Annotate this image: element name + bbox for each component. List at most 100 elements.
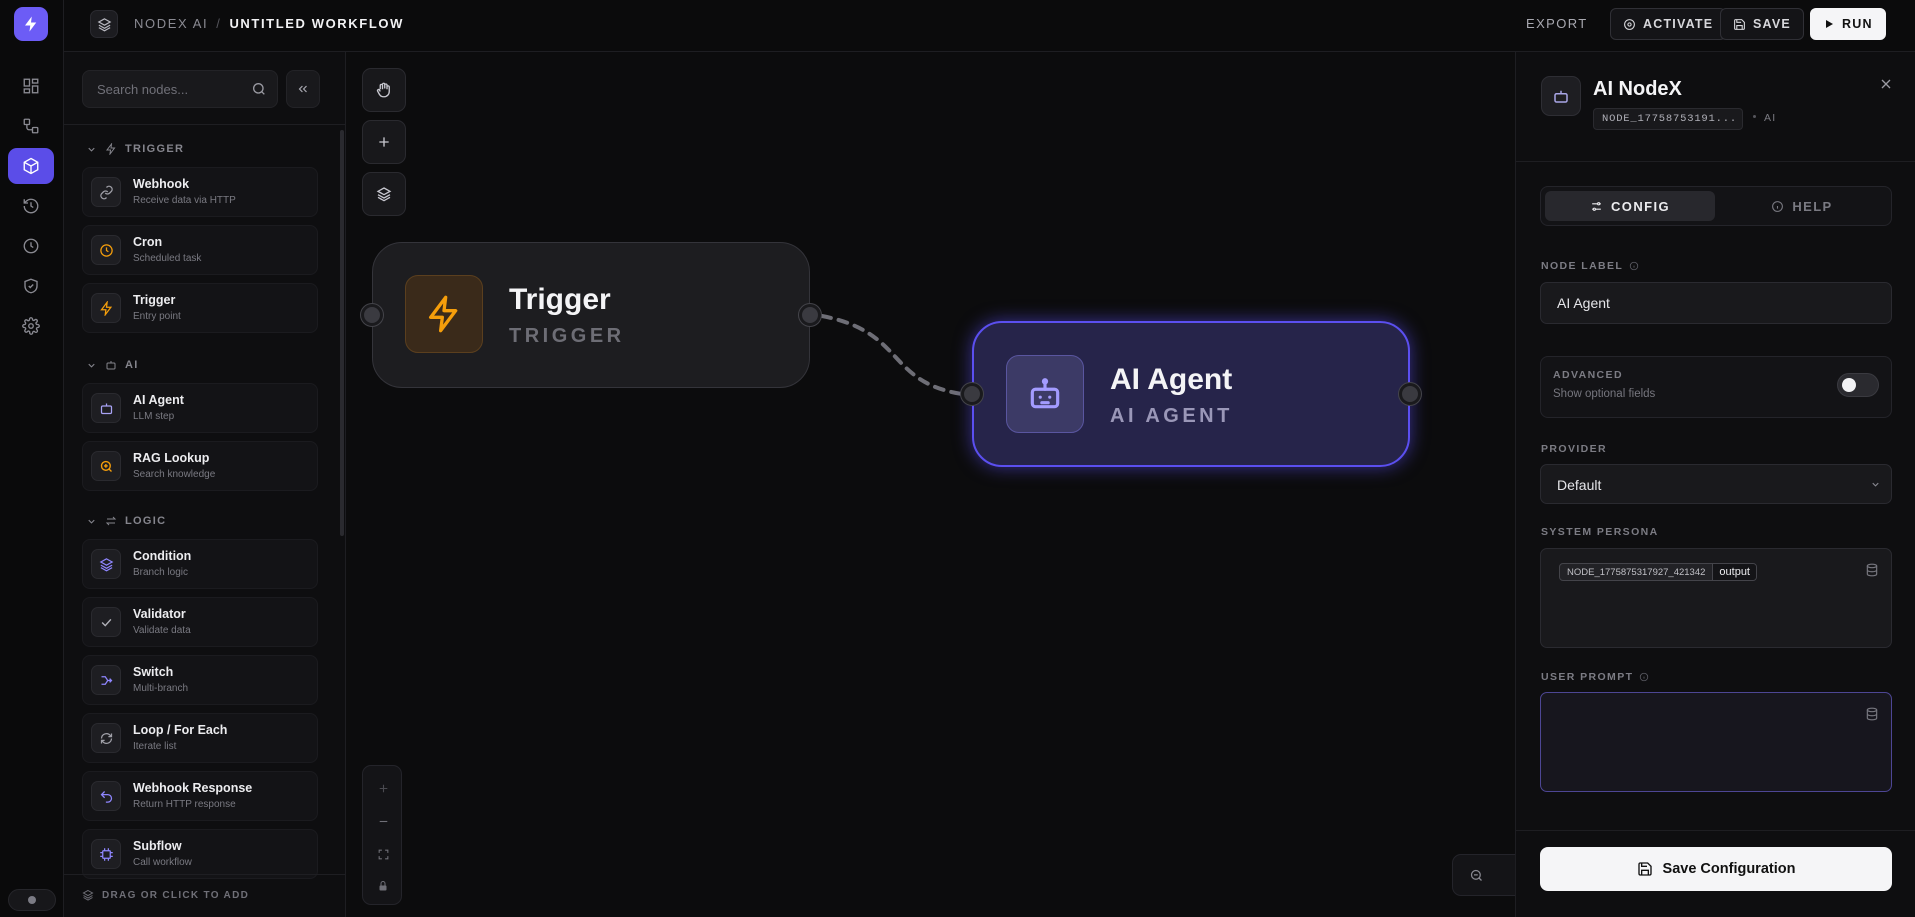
rail-dashboard[interactable] [8, 68, 54, 104]
tab-config[interactable]: CONFIG [1545, 191, 1715, 221]
database-icon[interactable] [1865, 563, 1879, 577]
close-icon[interactable] [1878, 76, 1894, 92]
chevrons-left-icon [298, 85, 307, 93]
shield-icon [24, 278, 38, 294]
export-button[interactable]: EXPORT [1526, 16, 1588, 31]
search-zoom-icon [100, 460, 112, 472]
breadcrumb: NODEX AI / UNTITLED WORKFLOW [134, 16, 404, 31]
rail-history[interactable] [8, 188, 54, 224]
save-configuration-button[interactable]: Save Configuration [1540, 847, 1892, 891]
breadcrumb-workflow[interactable]: UNTITLED WORKFLOW [229, 16, 404, 31]
provider-select[interactable]: Default [1540, 464, 1892, 504]
rail-nodes[interactable] [8, 148, 54, 184]
section-trigger[interactable]: TRIGGER [86, 140, 184, 158]
item-subtitle: Search knowledge [133, 469, 216, 480]
node-title: Trigger [509, 283, 611, 316]
panel-footer: Save Configuration [1516, 830, 1915, 917]
library-item-switch[interactable]: Switch Multi-branch [82, 655, 318, 705]
section-logic[interactable]: LOGIC [86, 512, 166, 530]
item-icon-box [91, 665, 121, 695]
library-item-webhook[interactable]: Webhook Receive data via HTTP [82, 167, 318, 217]
help-icon[interactable] [1629, 261, 1639, 271]
workflow-canvas[interactable]: Trigger TRIGGER AI Agent AI AGENT [346, 52, 1516, 917]
rail-workflows[interactable] [8, 108, 54, 144]
workflows-icon [23, 118, 39, 134]
rail-settings[interactable] [8, 308, 54, 344]
bolt-icon [429, 295, 458, 333]
library-item-ai-agent[interactable]: AI Agent LLM step [82, 383, 318, 433]
user-prompt-input[interactable] [1540, 692, 1892, 792]
cpu-icon [99, 847, 113, 861]
save-icon [1637, 862, 1652, 876]
layers-icon [99, 557, 113, 571]
activate-button[interactable]: ACTIVATE [1610, 8, 1727, 40]
item-title: Webhook Response [133, 781, 253, 795]
library-item-condition[interactable]: Condition Branch logic [82, 539, 318, 589]
user-prompt-label: USER PROMPT [1541, 671, 1649, 683]
advanced-title: ADVANCED [1553, 369, 1623, 381]
field-label-text: SYSTEM PERSONA [1541, 526, 1659, 538]
connection-status[interactable] [8, 889, 56, 911]
help-icon[interactable] [1639, 672, 1649, 682]
library-item-validator[interactable]: Validator Validate data [82, 597, 318, 647]
workspace-button[interactable] [90, 10, 118, 38]
library-item-cron[interactable]: Cron Scheduled task [82, 225, 318, 275]
toggle-knob [1842, 378, 1856, 392]
zoom-in-button[interactable] [363, 774, 403, 802]
library-item-trigger[interactable]: Trigger Entry point [82, 283, 318, 333]
run-button[interactable]: RUN [1810, 8, 1886, 40]
trigger-input-handle[interactable] [361, 304, 383, 326]
switch-icon [101, 675, 112, 685]
breadcrumb-workspace[interactable]: NODEX AI [134, 16, 208, 31]
collapse-sidebar-button[interactable] [286, 70, 320, 108]
tab-help[interactable]: HELP [1717, 191, 1887, 221]
library-scrollbar[interactable] [340, 130, 344, 536]
robot-icon [1030, 378, 1060, 409]
connection-edge[interactable] [346, 52, 1516, 917]
library-item-rag-lookup[interactable]: RAG Lookup Search knowledge [82, 441, 318, 491]
ai-agent-node[interactable]: AI Agent AI AGENT [972, 321, 1410, 467]
rail-schedule[interactable] [8, 228, 54, 264]
info-icon [1772, 200, 1784, 212]
trigger-node[interactable]: Trigger TRIGGER [372, 242, 810, 388]
system-persona-input[interactable]: NODE_1775875317927_421342 output [1540, 548, 1892, 648]
advanced-subtitle: Show optional fields [1553, 388, 1656, 400]
zoom-display[interactable] [1452, 854, 1516, 896]
fit-view-button[interactable] [363, 840, 403, 868]
trigger-output-handle[interactable] [799, 304, 821, 326]
save-button[interactable]: SAVE [1720, 8, 1804, 40]
item-title: Webhook [133, 177, 190, 191]
sliders-icon [1592, 201, 1601, 211]
variable-chip[interactable]: NODE_1775875317927_421342 output [1559, 563, 1757, 581]
link-icon [99, 185, 113, 199]
nodes-icon [23, 157, 39, 175]
library-item-subflow[interactable]: Subflow Call workflow [82, 829, 318, 879]
section-ai[interactable]: AI [86, 356, 139, 374]
item-title: AI Agent [133, 393, 184, 407]
node-label-input[interactable]: AI Agent [1540, 282, 1892, 324]
run-label: RUN [1842, 17, 1873, 31]
zoom-controls [362, 765, 402, 905]
zoom-out-button[interactable] [363, 807, 403, 835]
item-icon-box [91, 839, 121, 869]
node-id-badge[interactable]: NODE_17758753191... [1593, 108, 1743, 130]
lock-button[interactable] [363, 872, 403, 900]
library-item-loop[interactable]: Loop / For Each Iterate list [82, 713, 318, 763]
agent-input-handle[interactable] [961, 383, 983, 405]
advanced-toggle[interactable] [1837, 373, 1879, 397]
node-category: AI [1764, 112, 1777, 124]
item-title: RAG Lookup [133, 451, 210, 465]
item-subtitle: Receive data via HTTP [133, 195, 236, 206]
library-item-webhook-response[interactable]: Webhook Response Return HTTP response [82, 771, 318, 821]
search-input[interactable] [83, 71, 253, 107]
save-label: SAVE [1753, 17, 1791, 31]
dot-separator [1753, 115, 1756, 118]
item-subtitle: Entry point [133, 311, 181, 322]
left-rail [0, 0, 64, 917]
database-icon[interactable] [1865, 707, 1879, 721]
item-title: Switch [133, 665, 174, 679]
search-icon[interactable] [251, 81, 267, 97]
rail-security[interactable] [8, 268, 54, 304]
app-logo[interactable] [14, 7, 48, 41]
agent-output-handle[interactable] [1399, 383, 1421, 405]
